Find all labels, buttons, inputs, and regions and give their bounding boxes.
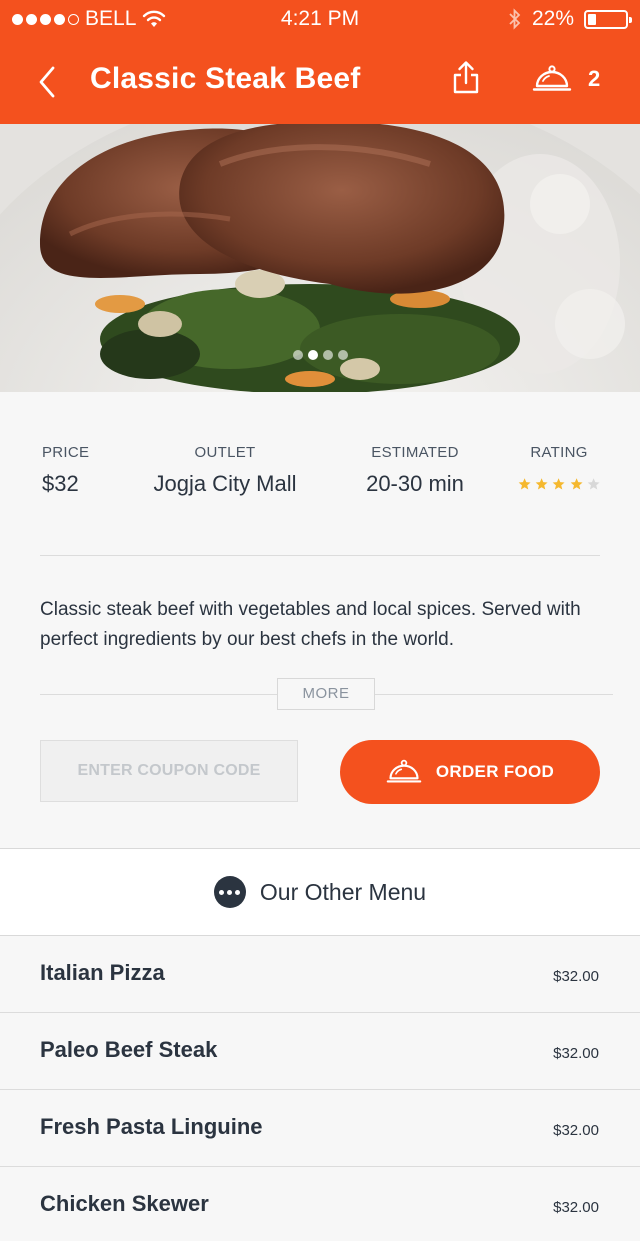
page-title: Classic Steak Beef	[90, 62, 361, 95]
price-column: PRICE $32	[42, 444, 89, 497]
menu-item-price: $32.00	[553, 968, 599, 985]
back-icon	[39, 66, 55, 98]
star-icon	[570, 478, 583, 490]
menu-item-name: Fresh Pasta Linguine	[40, 1114, 263, 1139]
other-menu-title: Our Other Menu	[259, 878, 427, 905]
menu-item-name: Italian Pizza	[40, 960, 165, 985]
menu-item-name: Chicken Skewer	[40, 1191, 209, 1216]
rating-stars	[518, 477, 600, 491]
bluetooth-icon	[509, 8, 521, 30]
order-food-button[interactable]: ORDER FOOD	[340, 740, 600, 804]
rating-column: RATING	[518, 444, 600, 491]
other-menu-list: Italian Pizza $32.00 Paleo Beef Steak $3…	[0, 936, 640, 1241]
star-icon	[535, 478, 548, 490]
pager-dot[interactable]	[308, 350, 318, 360]
order-food-label: ORDER FOOD	[435, 762, 555, 781]
more-icon	[213, 876, 246, 908]
cloche-icon	[532, 65, 572, 91]
pager-dot[interactable]	[323, 350, 333, 360]
menu-item-price: $32.00	[553, 1045, 599, 1062]
estimated-label: ESTIMATED	[371, 444, 459, 461]
more-button[interactable]: MORE	[277, 678, 375, 710]
share-button[interactable]	[448, 58, 484, 98]
menu-item-name: Paleo Beef Steak	[40, 1037, 218, 1062]
list-item[interactable]: Chicken Skewer $32.00	[0, 1167, 640, 1241]
battery-percent: 22%	[531, 7, 574, 30]
outlet-label: OUTLET	[194, 444, 256, 461]
star-icon	[518, 478, 531, 490]
share-icon	[453, 61, 479, 94]
outlet-value: Jogja City Mall	[153, 471, 297, 496]
pager-dot[interactable]	[338, 350, 348, 360]
image-pager[interactable]	[293, 350, 348, 360]
list-item[interactable]: Fresh Pasta Linguine $32.00	[0, 1090, 640, 1167]
list-item[interactable]: Paleo Beef Steak $32.00	[0, 1013, 640, 1090]
rating-label: RATING	[530, 444, 588, 461]
outlet-column: OUTLET Jogja City Mall	[148, 444, 302, 497]
status-bar: BELL 4:21 PM 22%	[0, 0, 640, 40]
back-button[interactable]	[28, 60, 68, 104]
other-menu-header[interactable]: Our Other Menu	[0, 848, 640, 936]
cart-count: 2	[588, 66, 601, 91]
list-item[interactable]: Italian Pizza $32.00	[0, 936, 640, 1013]
cloche-icon	[386, 759, 422, 783]
dish-info: PRICE $32 OUTLET Jogja City Mall ESTIMAT…	[40, 444, 600, 514]
divider	[40, 555, 600, 556]
dish-description: Classic steak beef with vegetables and l…	[40, 599, 581, 650]
estimated-value: 20-30 min	[366, 471, 464, 496]
menu-item-price: $32.00	[553, 1199, 599, 1216]
menu-item-price: $32.00	[553, 1122, 599, 1139]
battery-icon	[584, 9, 632, 29]
estimated-column: ESTIMATED 20-30 min	[350, 444, 480, 497]
star-icon	[587, 478, 600, 490]
star-icon	[553, 478, 565, 490]
cart-button[interactable]: 2	[532, 64, 600, 94]
price-label: PRICE	[42, 444, 90, 461]
pager-dot[interactable]	[293, 350, 303, 360]
status-right: 22%	[508, 7, 632, 31]
coupon-input[interactable]	[40, 740, 298, 802]
nav-bar: Classic Steak Beef 2	[0, 40, 640, 124]
price-value: $32	[42, 471, 79, 496]
